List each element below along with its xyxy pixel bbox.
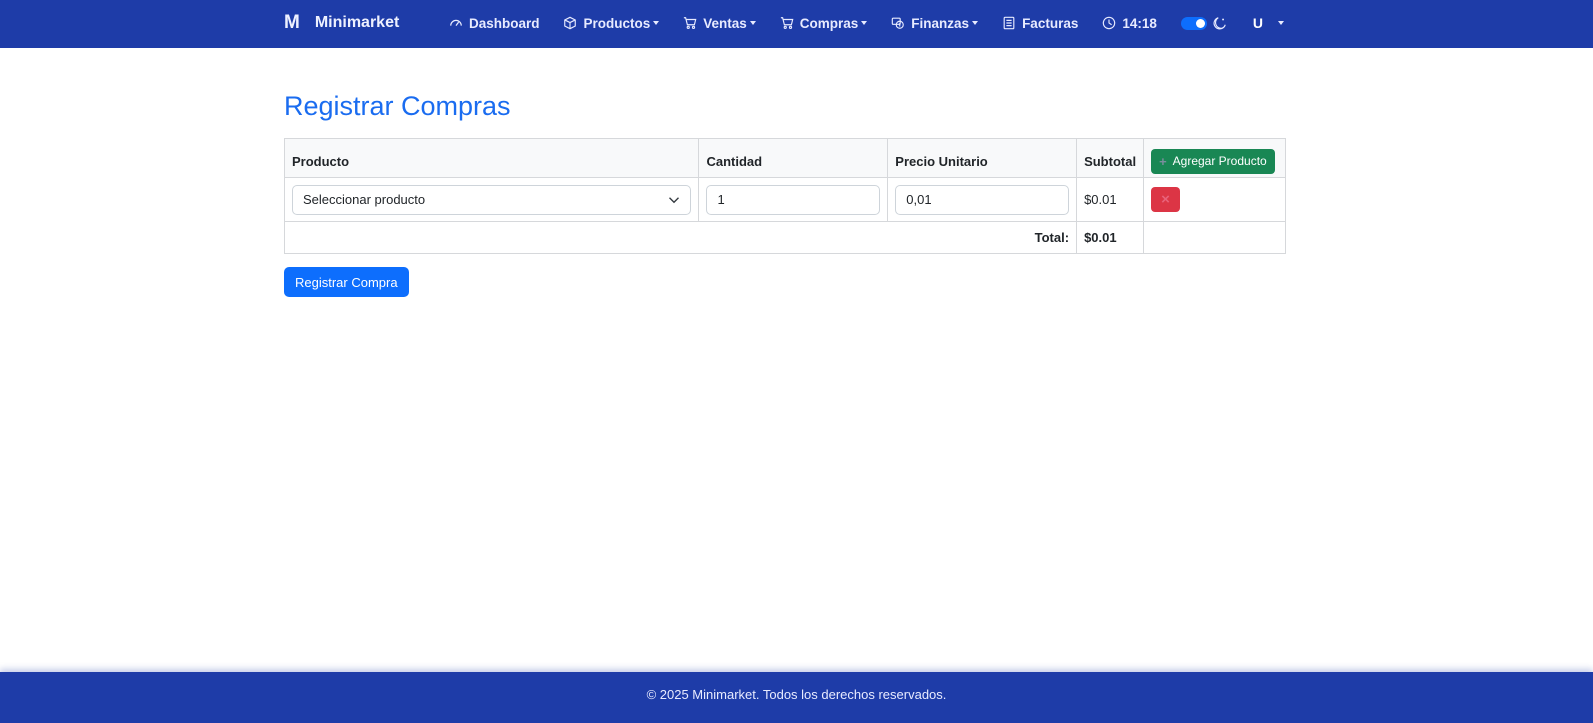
caret-down-icon [749,21,756,25]
caret-down-icon [861,21,868,25]
header-producto: Producto [283,138,700,178]
total-label: Total: [283,221,1078,254]
cell-actions: × [1143,177,1286,222]
nav-finanzas-label: Finanzas [911,15,970,31]
header-actions: + Agregar Producto [1143,138,1286,178]
user-initial: U [1252,15,1263,31]
theme-toggle[interactable] [1180,16,1207,30]
user-menu[interactable]: U [1253,15,1284,31]
nav-compras-label: Compras [799,15,859,31]
nav-clock: 14:18 [1102,16,1157,31]
navbar: M Minimarket Dashboard Productos Ventas … [0,0,1593,48]
caret-down-icon [972,21,979,25]
product-select-value: Seleccionar producto [303,192,426,207]
chevron-down-icon [669,196,680,203]
cash-icon [892,17,905,29]
unit-price-input[interactable]: 0,01 [895,184,1070,215]
add-product-label: Agregar Producto [1172,154,1267,168]
caret-down-icon [653,21,660,25]
speedometer-icon [450,19,462,26]
remove-row-button[interactable]: × [1151,187,1181,212]
clock-time: 14:18 [1122,15,1157,31]
table-row: Seleccionar producto 1 0,01 $0.01 × [283,177,1286,222]
purchase-table: Producto Cantidad Precio Unitario Subtot… [283,138,1286,254]
total-row: Total: $0.01 [283,221,1286,254]
brand-logo: M [284,12,300,33]
nav-ventas[interactable]: Ventas [683,16,756,31]
brand[interactable]: M Minimarket [284,0,399,46]
footer-text: © 2025 Minimarket. Todos los derechos re… [646,687,947,702]
moon-stars-icon [1213,17,1226,30]
register-purchase-button[interactable]: Registrar Compra [284,267,409,297]
nav-dashboard[interactable]: Dashboard [449,15,540,31]
total-empty-cell [1143,221,1286,254]
footer: © 2025 Minimarket. Todos los derechos re… [0,672,1593,723]
box-icon [564,16,577,30]
header-precio-unitario: Precio Unitario [887,138,1078,178]
cart-icon [780,17,794,29]
nav-menu: Dashboard Productos Ventas Compras Finan… [425,0,1284,46]
nav-productos[interactable]: Productos [563,15,660,31]
nav-productos-label: Productos [583,15,651,31]
page-title: Registrar Compras [284,91,511,121]
caret-down-icon [1278,21,1284,25]
nav-finanzas[interactable]: Finanzas [891,15,979,31]
nav-ventas-label: Ventas [703,15,747,31]
clock-icon [1103,16,1116,30]
cell-cantidad: 1 [698,177,889,222]
cart-icon [684,17,697,29]
nav-compras[interactable]: Compras [780,16,868,31]
receipt-icon [1003,16,1015,30]
nav-facturas-label: Facturas [1022,15,1079,31]
nav-dashboard-label: Dashboard [468,15,540,31]
quantity-input[interactable]: 1 [706,184,881,215]
table-header-row: Producto Cantidad Precio Unitario Subtot… [283,138,1286,178]
cell-precio: 0,01 [887,177,1078,222]
add-product-button[interactable]: + Agregar Producto [1151,148,1275,174]
product-select[interactable]: Seleccionar producto [292,184,692,215]
cell-subtotal: $0.01 [1076,177,1145,222]
close-icon: × [1161,191,1170,208]
brand-name: Minimarket [314,14,400,31]
cell-producto: Seleccionar producto [283,177,700,222]
plus-icon: + [1159,153,1167,169]
header-cantidad: Cantidad [698,138,889,178]
nav-facturas[interactable]: Facturas [1002,16,1078,31]
total-value: $0.01 [1076,221,1145,254]
header-subtotal: Subtotal [1076,138,1145,178]
